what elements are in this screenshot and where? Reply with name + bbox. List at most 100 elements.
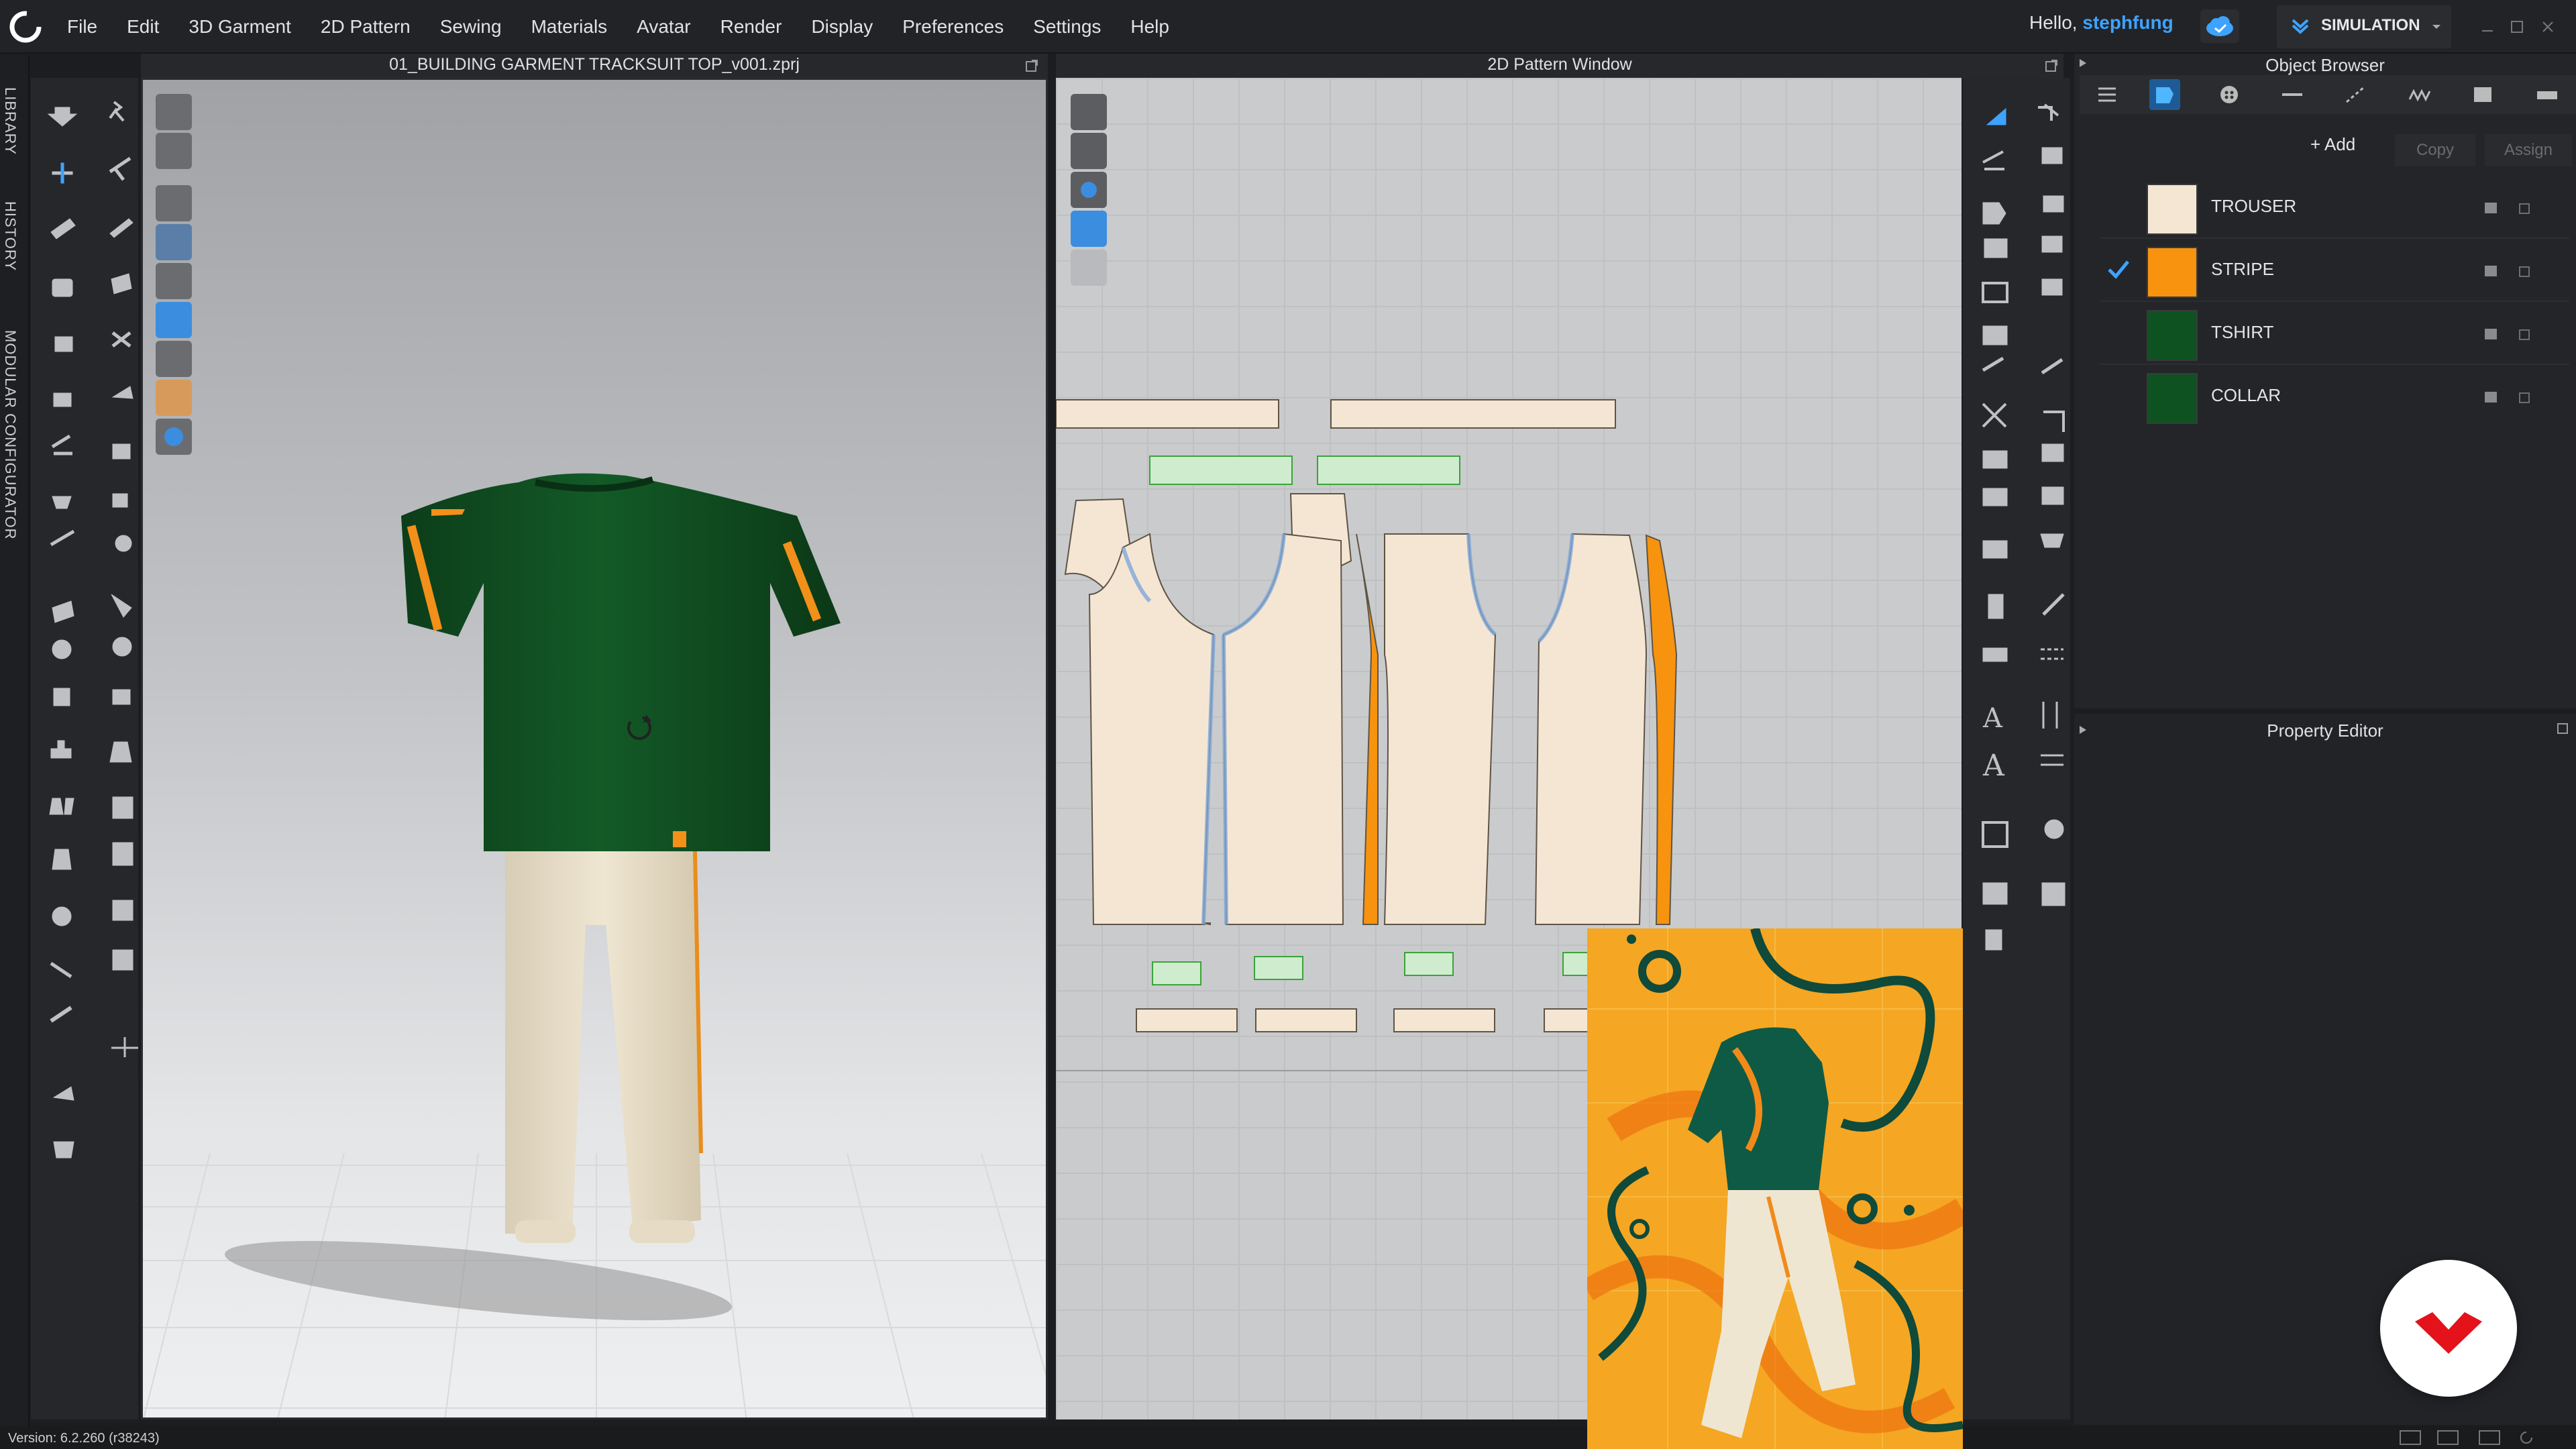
fabric-row-trouser[interactable]: TROUSER xyxy=(2100,176,2569,239)
fabric-visibility-icon[interactable] xyxy=(2482,326,2500,342)
check-icon xyxy=(2108,260,2129,279)
pattern-band-1 xyxy=(1136,1008,1238,1032)
menu-display[interactable]: Display xyxy=(811,16,873,38)
cloud-button[interactable] xyxy=(2200,9,2239,43)
tool-garment-show xyxy=(156,133,192,169)
button-tab-icon[interactable] xyxy=(2214,79,2245,110)
menu-3d-garment[interactable]: 3D Garment xyxy=(189,16,291,38)
pattern-waistband-left xyxy=(1056,399,1279,429)
clo-logo-icon[interactable] xyxy=(4,5,47,48)
sewing-length-icon xyxy=(2041,443,2064,462)
fabric-visibility-icon[interactable] xyxy=(2482,200,2500,216)
fabric-row-stripe[interactable]: STRIPE xyxy=(2100,239,2569,302)
user-greeting[interactable]: Hello, stephfung xyxy=(2029,12,2174,34)
block-icon xyxy=(112,842,133,866)
tool-avatar-skin xyxy=(156,380,192,416)
fabric-lock-icon[interactable] xyxy=(2516,326,2533,342)
greeting-text: Hello, xyxy=(2029,12,2078,33)
panel-collapse-icon[interactable] xyxy=(2077,723,2090,737)
pattern-stripe-2 xyxy=(1645,534,1678,925)
menu-settings[interactable]: Settings xyxy=(1033,16,1101,38)
polygon-icon xyxy=(1982,202,2006,225)
illustration-graphic xyxy=(1587,928,1963,1449)
panel-collapse-icon[interactable] xyxy=(2077,56,2090,70)
texture-icon xyxy=(52,639,72,659)
grade-icon xyxy=(2041,882,2065,906)
fabric-visibility-icon[interactable] xyxy=(2482,389,2500,405)
garment-icon xyxy=(52,278,73,297)
add-fabric-button[interactable]: + Add xyxy=(2310,134,2385,166)
fabric-lock-icon[interactable] xyxy=(2516,200,2533,216)
menu-avatar[interactable]: Avatar xyxy=(637,16,690,38)
minimize-icon[interactable] xyxy=(2478,17,2497,36)
menu-file[interactable]: File xyxy=(67,16,97,38)
notch-icon xyxy=(2040,533,2064,548)
segment-sewing-icon xyxy=(2041,358,2063,375)
fabric-tab[interactable] xyxy=(2149,79,2180,110)
fabric-name: COLLAR xyxy=(2211,385,2282,405)
topstitch-2d-icon xyxy=(2041,754,2063,766)
buttonhole-tab-icon[interactable] xyxy=(2277,79,2308,110)
fabric-visibility-icon[interactable] xyxy=(2482,263,2500,279)
graphic-tab-icon[interactable] xyxy=(2467,79,2498,110)
menu-edit[interactable]: Edit xyxy=(127,16,159,38)
3d-window-title: 01_BUILDING GARMENT TRACKSUIT TOP_v001.z… xyxy=(389,55,800,74)
menu-render[interactable]: Render xyxy=(720,16,782,38)
copy-fabric-button[interactable]: Copy xyxy=(2395,134,2475,166)
tab-modular-configurator[interactable]: MODULAR CONFIGURATOR xyxy=(1,330,19,540)
pin-2d-icon xyxy=(1985,929,2002,951)
3d-scene[interactable] xyxy=(143,80,1048,1419)
tool-pattern-colorway xyxy=(1071,211,1107,247)
popout-icon[interactable] xyxy=(2555,719,2572,737)
tool-colorway xyxy=(156,224,192,260)
trim-tab-icon[interactable] xyxy=(2532,79,2563,110)
fabric-lock-icon[interactable] xyxy=(2516,389,2533,405)
fabric-2d-icon xyxy=(2044,819,2064,839)
user-name: stephfung xyxy=(2082,12,2174,33)
sample-icon xyxy=(112,900,133,921)
2d-toolbar: A A xyxy=(1963,78,2070,1419)
channel-logo-icon xyxy=(2415,1312,2482,1354)
shirt-icon xyxy=(53,1141,74,1159)
pattern-band-2 xyxy=(1255,1008,1357,1032)
tab-library[interactable]: LIBRARY xyxy=(1,87,19,155)
close-icon[interactable] xyxy=(2538,17,2557,36)
tool-pattern-show xyxy=(1071,94,1107,130)
status-bar xyxy=(0,1426,2576,1449)
edit-point-icon xyxy=(2038,103,2059,121)
select-mesh-icon xyxy=(109,101,125,122)
fold-icon xyxy=(109,218,133,238)
fabric-row-collar[interactable]: COLLAR xyxy=(2100,365,2569,428)
puckering-tab-icon[interactable] xyxy=(2404,79,2435,110)
menu-materials[interactable]: Materials xyxy=(531,16,608,38)
pin-icon xyxy=(109,156,131,181)
rectangle-icon xyxy=(1984,238,2008,258)
3d-viewport[interactable] xyxy=(141,78,1048,1419)
fabric-icon xyxy=(112,637,132,657)
topstitch-tab-icon[interactable] xyxy=(2340,79,2371,110)
menu-help[interactable]: Help xyxy=(1130,16,1169,38)
popout-icon[interactable] xyxy=(2042,56,2061,75)
3d-view-tool-icons xyxy=(156,94,192,455)
pattern-back-right xyxy=(1534,533,1648,925)
fabric-lock-icon[interactable] xyxy=(2516,263,2533,279)
buttonhole-icon xyxy=(111,386,133,399)
fold-arrangement-icon xyxy=(50,740,72,759)
flip-icon xyxy=(52,1086,74,1101)
menu-2d-pattern[interactable]: 2D Pattern xyxy=(321,16,411,38)
maximize-icon[interactable] xyxy=(2508,17,2526,36)
popout-icon[interactable] xyxy=(1022,56,1041,75)
assign-fabric-button[interactable]: Assign xyxy=(2485,134,2572,166)
internal-polygon-icon xyxy=(2043,195,2064,213)
property-editor-title: Property Editor xyxy=(2267,720,2383,741)
grid-icon xyxy=(1982,325,2008,345)
baseline-icon xyxy=(1982,647,2008,662)
measure-2d-icon xyxy=(2042,593,2065,616)
menu-sewing[interactable]: Sewing xyxy=(440,16,502,38)
tab-history[interactable]: HISTORY xyxy=(1,201,19,271)
view-mode-icons[interactable] xyxy=(2399,1429,2546,1446)
list-view-icon[interactable] xyxy=(2092,79,2123,110)
fabric-row-tshirt[interactable]: TSHIRT xyxy=(2100,302,2569,365)
chevron-down-icon[interactable] xyxy=(2430,20,2443,34)
menu-preferences[interactable]: Preferences xyxy=(902,16,1004,38)
